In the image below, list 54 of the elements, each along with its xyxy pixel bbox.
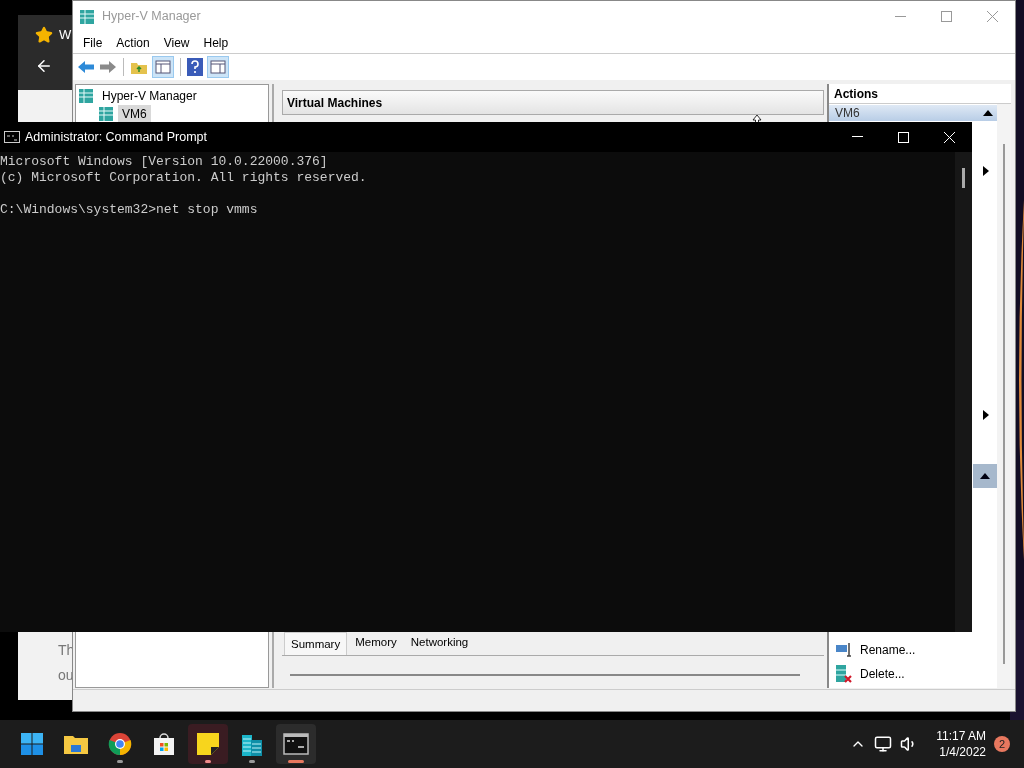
help-icon[interactable] — [187, 58, 203, 76]
menu-item[interactable]: File — [77, 33, 109, 52]
running-indicator — [117, 760, 123, 763]
submenu-arrow-icon — [983, 410, 989, 420]
taskbar-button[interactable] — [188, 724, 228, 764]
running-indicator — [288, 760, 304, 763]
actions-section-header[interactable]: VM6 — [829, 105, 997, 121]
console-line: (c) Microsoft Corporation. All rights reserved. — [0, 170, 368, 186]
section-label: VM6 — [835, 105, 860, 122]
window-title: Administrator: Command Prompt — [25, 128, 207, 146]
collapse-icon[interactable] — [980, 473, 990, 479]
notification-badge[interactable]: 2 — [994, 736, 1010, 752]
tree-item[interactable]: VM6 — [118, 105, 151, 123]
forward-arrow-icon[interactable] — [99, 60, 117, 74]
submenu-arrow-icon — [983, 166, 989, 176]
terminal-icon — [4, 131, 20, 143]
console-line: C:\Windows\system32>net stop vmms — [0, 202, 259, 218]
server-icon — [98, 106, 114, 122]
running-indicator — [249, 760, 255, 763]
tab-title: W — [59, 26, 72, 44]
windows-logo-icon[interactable] — [20, 732, 44, 756]
clock-date[interactable]: 1/4/2022 — [939, 744, 986, 760]
taskbar-button[interactable] — [276, 724, 316, 764]
folder-icon[interactable] — [63, 733, 89, 755]
menu-item[interactable]: Action — [110, 33, 156, 52]
console-line: Microsoft Windows [Version 10.0.22000.376] — [0, 154, 329, 170]
round-logo-icon[interactable] — [108, 732, 132, 756]
running-indicator — [205, 760, 211, 763]
server-delete-icon — [835, 664, 853, 684]
section-title: Virtual Machines — [287, 94, 383, 112]
server-icon — [78, 88, 94, 104]
network-icon[interactable] — [874, 735, 893, 753]
menu-item[interactable]: View — [157, 33, 196, 52]
monitor-icon — [835, 642, 853, 658]
star-icon — [35, 25, 53, 44]
show-hide-action-pane-button[interactable] — [207, 56, 229, 78]
app-icon — [79, 8, 95, 25]
tree-item[interactable]: Hyper-V Manager — [98, 87, 201, 105]
pane-link[interactable]: Delete... — [860, 665, 905, 683]
back-arrow-icon[interactable] — [77, 60, 95, 74]
sticky-note-icon[interactable] — [196, 732, 220, 756]
clock-time[interactable]: 11:17 AM — [936, 728, 986, 744]
shopping-bag-icon[interactable] — [152, 732, 176, 756]
minimize-icon[interactable] — [851, 136, 863, 138]
tab[interactable]: Memory — [349, 633, 403, 655]
tab[interactable]: Summary — [284, 631, 348, 655]
menu-item[interactable]: Help — [197, 33, 235, 52]
collapse-icon[interactable] — [983, 110, 993, 116]
show-hide-tree-button[interactable] — [152, 56, 174, 78]
pane-link[interactable]: Rename... — [860, 641, 916, 659]
terminal-icon[interactable] — [283, 733, 309, 755]
tab[interactable]: Networking — [404, 633, 475, 655]
pane-title: Actions — [834, 85, 878, 103]
window-title: Hyper-V Manager — [102, 8, 201, 26]
